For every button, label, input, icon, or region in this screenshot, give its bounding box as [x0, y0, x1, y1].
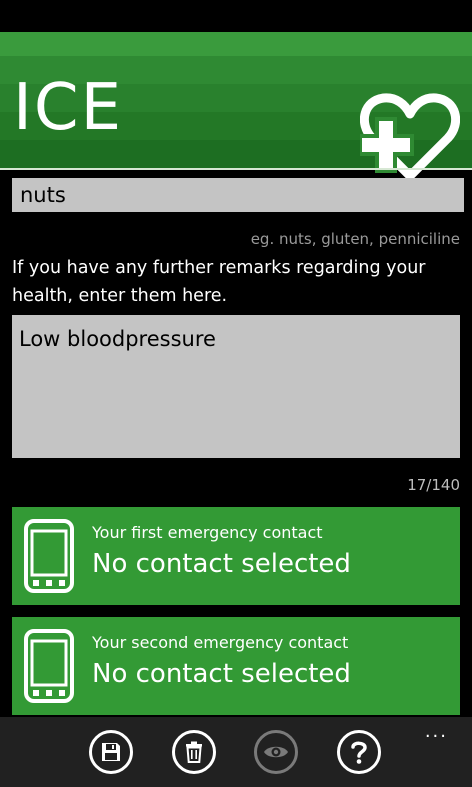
preview-button[interactable] [254, 730, 298, 774]
header-divider [0, 168, 472, 170]
app-title: ICE [13, 71, 123, 145]
contact-label: Your second emergency contact [92, 633, 349, 652]
contact-value: No contact selected [92, 549, 351, 579]
more-options-icon[interactable]: ... [425, 723, 448, 741]
phone-icon [24, 519, 74, 593]
app-header: ICE [0, 32, 472, 181]
delete-button[interactable] [172, 730, 216, 774]
save-icon [102, 743, 120, 761]
first-emergency-contact-button[interactable]: Your first emergency contact No contact … [12, 507, 460, 605]
allergies-input[interactable] [12, 178, 464, 212]
remarks-prompt: If you have any further remarks regardin… [12, 258, 426, 306]
second-emergency-contact-button[interactable]: Your second emergency contact No contact… [12, 617, 460, 715]
contact-label: Your first emergency contact [92, 523, 323, 542]
eye-icon [264, 746, 288, 758]
delete-icon [186, 741, 202, 763]
allergies-hint: eg. nuts, gluten, penniciline [250, 230, 460, 248]
phone-icon [24, 629, 74, 703]
question-mark-icon [351, 741, 367, 764]
contact-value: No contact selected [92, 659, 351, 689]
help-button[interactable] [337, 730, 381, 774]
status-bar [0, 0, 472, 32]
save-button[interactable] [89, 730, 133, 774]
remarks-character-counter: 17/140 [407, 476, 460, 494]
remarks-textarea[interactable]: Low bloodpressure [12, 315, 460, 458]
app-bar: ... [0, 717, 472, 787]
